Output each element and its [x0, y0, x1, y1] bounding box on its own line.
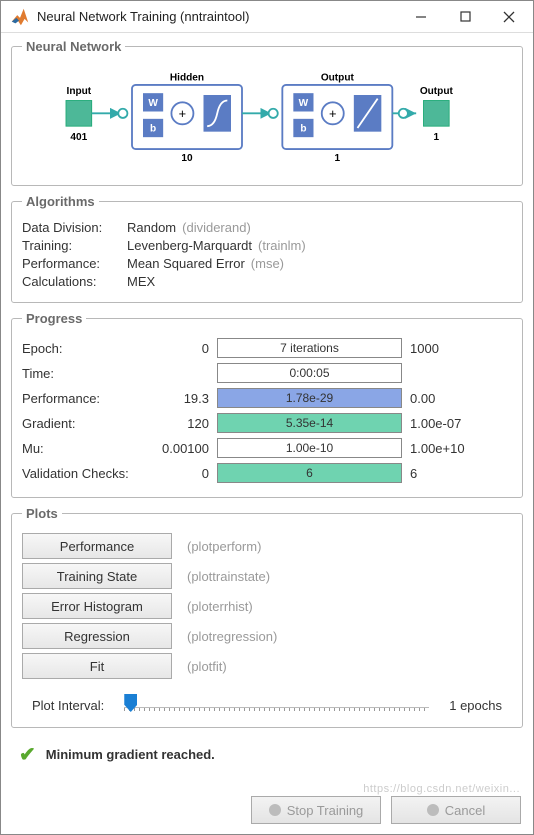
svg-text:W: W	[299, 98, 309, 109]
validation-bar: 6	[217, 463, 402, 483]
close-button[interactable]	[487, 2, 531, 32]
plot-interval-slider[interactable]	[124, 693, 429, 717]
progress-gradient: Gradient: 120 5.35e-14 1.00e-07	[22, 412, 512, 434]
performance-bar: 1.78e-29	[217, 388, 402, 408]
svg-text:+: +	[329, 106, 337, 121]
neural-network-section: Neural Network Input 401 Hidden W b + 10…	[11, 39, 523, 186]
plot-interval-row: Plot Interval: 1 epochs	[22, 693, 512, 717]
status-text: Minimum gradient reached.	[46, 747, 215, 762]
minimize-button[interactable]	[399, 2, 443, 32]
maximize-icon	[460, 11, 471, 22]
svg-text:+: +	[179, 106, 187, 121]
network-diagram: Input 401 Hidden W b + 10 Output W b + 1	[22, 62, 480, 172]
plots-legend: Plots	[22, 506, 62, 521]
final-output-label: Output	[420, 86, 454, 97]
plot-regression-button[interactable]: Regression	[22, 623, 172, 649]
plot-training-state-button[interactable]: Training State	[22, 563, 172, 589]
progress-section: Progress Epoch: 0 7 iterations 1000 Time…	[11, 311, 523, 498]
plot-error-histogram-button[interactable]: Error Histogram	[22, 593, 172, 619]
matlab-logo-icon	[9, 6, 31, 28]
output-size: 1	[335, 153, 341, 164]
plot-performance-button[interactable]: Performance	[22, 533, 172, 559]
cancel-button[interactable]: Cancel	[391, 796, 521, 824]
svg-text:b: b	[150, 124, 156, 135]
progress-mu: Mu: 0.00100 1.00e-10 1.00e+10	[22, 437, 512, 459]
stop-training-button[interactable]: Stop Training	[251, 796, 381, 824]
alg-data-division: Data Division: Random (dividerand)	[22, 220, 512, 235]
plot-interval-label: Plot Interval:	[32, 698, 104, 713]
progress-legend: Progress	[22, 311, 86, 326]
status-row: ✔ Minimum gradient reached.	[11, 736, 523, 773]
watermark: https://blog.csdn.net/weixin...	[363, 783, 520, 795]
plots-section: Plots Performance(plotperform) Training …	[11, 506, 523, 728]
hidden-label: Hidden	[170, 72, 204, 83]
algorithms-section: Algorithms Data Division: Random (divide…	[11, 194, 523, 303]
checkmark-icon: ✔	[19, 742, 36, 767]
mu-bar: 1.00e-10	[217, 438, 402, 458]
svg-text:W: W	[148, 98, 158, 109]
content-area: Neural Network Input 401 Hidden W b + 10…	[1, 33, 533, 790]
final-output-size: 1	[434, 132, 440, 143]
alg-training: Training: Levenberg-Marquardt (trainlm)	[22, 238, 512, 253]
cancel-icon	[427, 804, 439, 816]
alg-calculations: Calculations: MEX	[22, 274, 512, 289]
gradient-bar: 5.35e-14	[217, 413, 402, 433]
alg-performance: Performance: Mean Squared Error (mse)	[22, 256, 512, 271]
maximize-button[interactable]	[443, 2, 487, 32]
progress-performance: Performance: 19.3 1.78e-29 0.00	[22, 387, 512, 409]
neural-network-legend: Neural Network	[22, 39, 125, 54]
minimize-icon	[415, 11, 427, 23]
window-title: Neural Network Training (nntraintool)	[37, 9, 399, 24]
bottom-buttons: Stop Training Cancel	[1, 790, 533, 834]
algorithms-legend: Algorithms	[22, 194, 99, 209]
input-label: Input	[67, 86, 92, 97]
plot-fit-button[interactable]: Fit	[22, 653, 172, 679]
titlebar: Neural Network Training (nntraintool)	[1, 1, 533, 33]
close-icon	[503, 11, 515, 23]
epoch-bar: 7 iterations	[217, 338, 402, 358]
plot-interval-value: 1 epochs	[449, 698, 502, 713]
input-size: 401	[70, 132, 87, 143]
progress-epoch: Epoch: 0 7 iterations 1000	[22, 337, 512, 359]
hidden-size: 10	[181, 153, 193, 164]
time-bar: 0:00:05	[217, 363, 402, 383]
stop-icon	[269, 804, 281, 816]
output-label: Output	[321, 72, 355, 83]
progress-validation: Validation Checks: 0 6 6	[22, 462, 512, 484]
progress-time: Time: 0:00:05	[22, 362, 512, 384]
svg-text:b: b	[300, 124, 306, 135]
